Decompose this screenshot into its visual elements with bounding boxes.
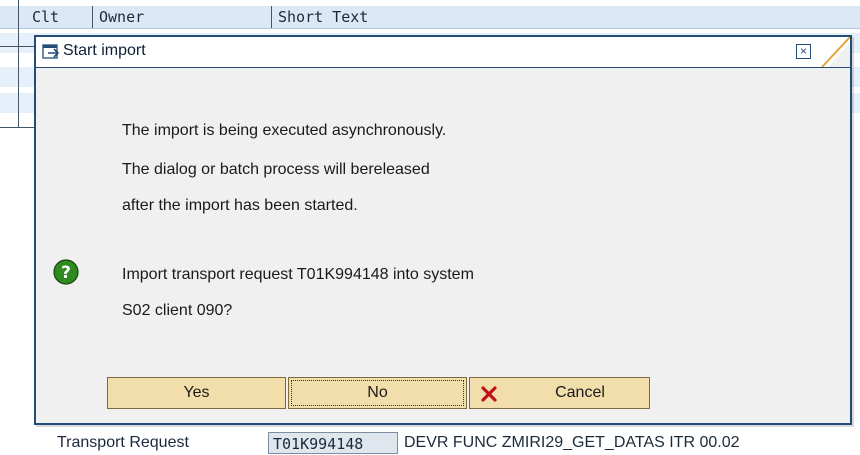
dialog-titlebar[interactable]: Start import × bbox=[36, 37, 850, 68]
title-corner-decoration bbox=[821, 37, 850, 67]
question-icon: ? bbox=[53, 259, 79, 285]
background-detail-row: Transport Request T01K994148 DEVR FUNC Z… bbox=[0, 420, 860, 455]
transport-request-label: Transport Request bbox=[57, 434, 189, 451]
svg-text:?: ? bbox=[61, 263, 71, 283]
message-line: The import is being executed asynchronou… bbox=[122, 122, 447, 139]
message-line: The dialog or batch process will berelea… bbox=[122, 161, 430, 178]
dialog-title: Start import bbox=[63, 42, 146, 59]
question-line: Import transport request T01K994148 into… bbox=[122, 266, 474, 283]
column-header-owner[interactable]: Owner bbox=[92, 6, 271, 28]
transport-request-details: DEVR FUNC ZMIRI29_GET_DATAS ITR 00.02 bbox=[404, 434, 740, 451]
background-table-header: Clt Owner Short Text bbox=[0, 0, 860, 33]
column-header-clt[interactable]: Clt bbox=[26, 6, 92, 28]
cancel-button-label: Cancel bbox=[555, 384, 605, 401]
no-button[interactable]: No bbox=[288, 377, 467, 409]
divider bbox=[18, 0, 19, 128]
window-start-icon bbox=[42, 43, 60, 60]
row-selector-column bbox=[0, 6, 19, 28]
question-line: S02 client 090? bbox=[122, 302, 233, 319]
yes-button[interactable]: Yes bbox=[107, 377, 286, 409]
close-icon[interactable]: × bbox=[796, 44, 811, 59]
cancel-button[interactable]: Cancel bbox=[469, 377, 650, 409]
transport-request-field[interactable]: T01K994148 bbox=[268, 432, 398, 454]
start-import-dialog: Start import × The import is being execu… bbox=[34, 35, 852, 425]
message-line: after the import has been started. bbox=[122, 197, 358, 214]
column-header-short-text[interactable]: Short Text bbox=[271, 6, 860, 28]
red-x-icon bbox=[480, 384, 498, 402]
